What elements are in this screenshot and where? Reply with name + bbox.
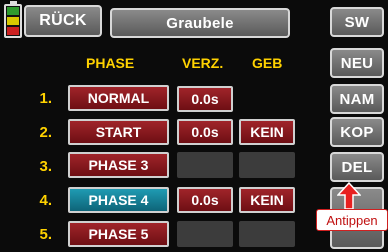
delay-value-button[interactable]: 0.0s (177, 119, 233, 145)
kop-button[interactable]: KOP (330, 117, 384, 147)
neu-button[interactable]: NEU (330, 48, 384, 78)
screen: RÜCK Graubele SW NEU NAM KOP DEL PHASE V… (0, 0, 388, 252)
phase-name-button[interactable]: PHASE 5 (68, 221, 169, 247)
delay-value-button[interactable]: 0.0s (177, 86, 233, 112)
up-arrow-icon (337, 182, 361, 210)
column-header-phase: PHASE (86, 55, 135, 71)
annotation-label: Antippen (316, 209, 388, 231)
row-number: 2. (39, 124, 52, 141)
switch-empty-cell (239, 221, 295, 247)
column-header-verz: VERZ. (182, 55, 224, 71)
battery-icon (4, 1, 22, 38)
delay-empty-cell (177, 152, 233, 178)
back-button[interactable]: RÜCK (24, 5, 102, 37)
nam-button[interactable]: NAM (330, 84, 384, 114)
switch-value-button[interactable]: KEIN (239, 187, 295, 213)
row-number: 1. (39, 90, 52, 107)
phase-name-button[interactable]: PHASE 3 (68, 152, 169, 178)
sw-button[interactable]: SW (330, 7, 384, 37)
phase-name-button[interactable]: NORMAL (68, 85, 169, 111)
phase-name-button-selected[interactable]: PHASE 4 (68, 187, 169, 213)
switch-value-button[interactable]: KEIN (239, 119, 295, 145)
switch-empty-cell (239, 152, 295, 178)
row-number: 3. (39, 158, 52, 175)
delay-value-button[interactable]: 0.0s (177, 187, 233, 213)
phase-name-button[interactable]: START (68, 119, 169, 145)
delay-empty-cell (177, 221, 233, 247)
row-number: 5. (39, 226, 52, 243)
model-name-title: Graubele (110, 8, 290, 38)
del-button[interactable]: DEL (330, 152, 384, 182)
column-header-geb: GEB (252, 55, 283, 71)
row-number: 4. (39, 192, 52, 209)
